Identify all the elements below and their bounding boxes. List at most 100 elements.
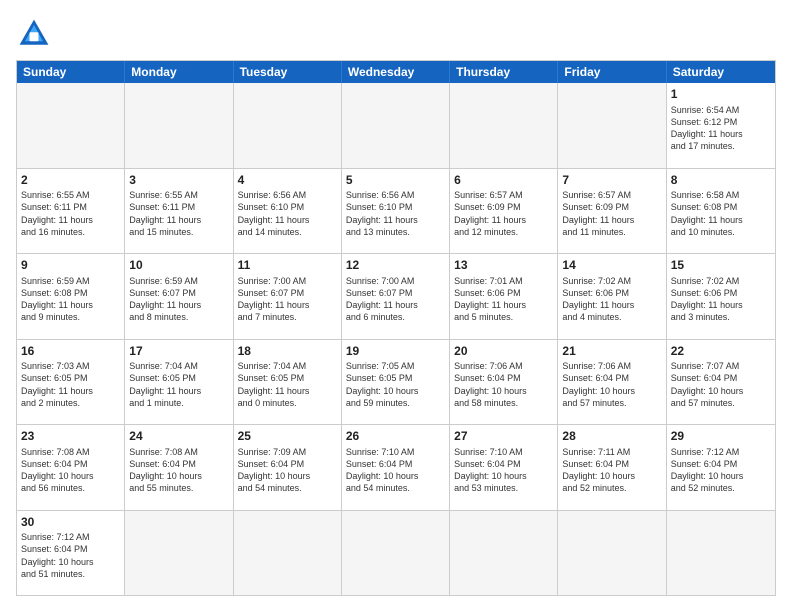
day-number: 20 — [454, 343, 553, 360]
calendar-day-20: 20Sunrise: 7:06 AM Sunset: 6:04 PM Dayli… — [450, 340, 558, 426]
day-number: 21 — [562, 343, 661, 360]
calendar-day-24: 24Sunrise: 7:08 AM Sunset: 6:04 PM Dayli… — [125, 425, 233, 511]
day-number: 22 — [671, 343, 771, 360]
calendar-day-19: 19Sunrise: 7:05 AM Sunset: 6:05 PM Dayli… — [342, 340, 450, 426]
calendar-empty — [234, 83, 342, 169]
day-number: 26 — [346, 428, 445, 445]
day-info: Sunrise: 6:59 AM Sunset: 6:08 PM Dayligh… — [21, 275, 120, 324]
calendar-day-15: 15Sunrise: 7:02 AM Sunset: 6:06 PM Dayli… — [667, 254, 775, 340]
day-header-friday: Friday — [558, 61, 666, 83]
calendar-day-5: 5Sunrise: 6:56 AM Sunset: 6:10 PM Daylig… — [342, 169, 450, 255]
calendar-day-4: 4Sunrise: 6:56 AM Sunset: 6:10 PM Daylig… — [234, 169, 342, 255]
calendar-empty — [558, 511, 666, 596]
calendar-day-17: 17Sunrise: 7:04 AM Sunset: 6:05 PM Dayli… — [125, 340, 233, 426]
day-number: 18 — [238, 343, 337, 360]
calendar-day-18: 18Sunrise: 7:04 AM Sunset: 6:05 PM Dayli… — [234, 340, 342, 426]
day-number: 14 — [562, 257, 661, 274]
calendar-day-26: 26Sunrise: 7:10 AM Sunset: 6:04 PM Dayli… — [342, 425, 450, 511]
day-header-sunday: Sunday — [17, 61, 125, 83]
calendar-day-12: 12Sunrise: 7:00 AM Sunset: 6:07 PM Dayli… — [342, 254, 450, 340]
calendar-empty — [450, 511, 558, 596]
day-info: Sunrise: 7:10 AM Sunset: 6:04 PM Dayligh… — [454, 446, 553, 495]
day-number: 28 — [562, 428, 661, 445]
day-info: Sunrise: 7:05 AM Sunset: 6:05 PM Dayligh… — [346, 360, 445, 409]
day-header-monday: Monday — [125, 61, 233, 83]
day-number: 30 — [21, 514, 120, 531]
day-header-saturday: Saturday — [667, 61, 775, 83]
day-info: Sunrise: 7:00 AM Sunset: 6:07 PM Dayligh… — [238, 275, 337, 324]
day-info: Sunrise: 7:10 AM Sunset: 6:04 PM Dayligh… — [346, 446, 445, 495]
day-number: 24 — [129, 428, 228, 445]
day-number: 25 — [238, 428, 337, 445]
day-info: Sunrise: 7:12 AM Sunset: 6:04 PM Dayligh… — [21, 531, 120, 580]
calendar-day-2: 2Sunrise: 6:55 AM Sunset: 6:11 PM Daylig… — [17, 169, 125, 255]
calendar-empty — [125, 511, 233, 596]
day-info: Sunrise: 6:55 AM Sunset: 6:11 PM Dayligh… — [129, 189, 228, 238]
calendar-day-23: 23Sunrise: 7:08 AM Sunset: 6:04 PM Dayli… — [17, 425, 125, 511]
day-info: Sunrise: 6:56 AM Sunset: 6:10 PM Dayligh… — [346, 189, 445, 238]
calendar-day-30: 30Sunrise: 7:12 AM Sunset: 6:04 PM Dayli… — [17, 511, 125, 596]
calendar-day-7: 7Sunrise: 6:57 AM Sunset: 6:09 PM Daylig… — [558, 169, 666, 255]
day-number: 6 — [454, 172, 553, 189]
calendar-day-28: 28Sunrise: 7:11 AM Sunset: 6:04 PM Dayli… — [558, 425, 666, 511]
day-number: 23 — [21, 428, 120, 445]
day-info: Sunrise: 6:55 AM Sunset: 6:11 PM Dayligh… — [21, 189, 120, 238]
calendar-day-3: 3Sunrise: 6:55 AM Sunset: 6:11 PM Daylig… — [125, 169, 233, 255]
day-info: Sunrise: 7:11 AM Sunset: 6:04 PM Dayligh… — [562, 446, 661, 495]
day-info: Sunrise: 6:57 AM Sunset: 6:09 PM Dayligh… — [562, 189, 661, 238]
day-info: Sunrise: 7:12 AM Sunset: 6:04 PM Dayligh… — [671, 446, 771, 495]
day-number: 8 — [671, 172, 771, 189]
calendar-empty — [667, 511, 775, 596]
day-info: Sunrise: 7:08 AM Sunset: 6:04 PM Dayligh… — [21, 446, 120, 495]
day-number: 11 — [238, 257, 337, 274]
day-info: Sunrise: 6:56 AM Sunset: 6:10 PM Dayligh… — [238, 189, 337, 238]
day-info: Sunrise: 7:09 AM Sunset: 6:04 PM Dayligh… — [238, 446, 337, 495]
day-info: Sunrise: 7:04 AM Sunset: 6:05 PM Dayligh… — [238, 360, 337, 409]
day-info: Sunrise: 7:00 AM Sunset: 6:07 PM Dayligh… — [346, 275, 445, 324]
day-info: Sunrise: 7:06 AM Sunset: 6:04 PM Dayligh… — [562, 360, 661, 409]
calendar-empty — [234, 511, 342, 596]
day-header-tuesday: Tuesday — [234, 61, 342, 83]
day-info: Sunrise: 7:07 AM Sunset: 6:04 PM Dayligh… — [671, 360, 771, 409]
calendar: SundayMondayTuesdayWednesdayThursdayFrid… — [16, 60, 776, 596]
day-number: 10 — [129, 257, 228, 274]
day-info: Sunrise: 6:57 AM Sunset: 6:09 PM Dayligh… — [454, 189, 553, 238]
day-info: Sunrise: 7:01 AM Sunset: 6:06 PM Dayligh… — [454, 275, 553, 324]
day-info: Sunrise: 7:03 AM Sunset: 6:05 PM Dayligh… — [21, 360, 120, 409]
day-info: Sunrise: 6:58 AM Sunset: 6:08 PM Dayligh… — [671, 189, 771, 238]
day-info: Sunrise: 7:08 AM Sunset: 6:04 PM Dayligh… — [129, 446, 228, 495]
calendar-day-6: 6Sunrise: 6:57 AM Sunset: 6:09 PM Daylig… — [450, 169, 558, 255]
calendar-day-21: 21Sunrise: 7:06 AM Sunset: 6:04 PM Dayli… — [558, 340, 666, 426]
day-number: 16 — [21, 343, 120, 360]
day-info: Sunrise: 7:02 AM Sunset: 6:06 PM Dayligh… — [671, 275, 771, 324]
day-info: Sunrise: 7:06 AM Sunset: 6:04 PM Dayligh… — [454, 360, 553, 409]
day-headers: SundayMondayTuesdayWednesdayThursdayFrid… — [17, 61, 775, 83]
day-number: 9 — [21, 257, 120, 274]
day-number: 7 — [562, 172, 661, 189]
calendar-day-11: 11Sunrise: 7:00 AM Sunset: 6:07 PM Dayli… — [234, 254, 342, 340]
calendar-day-27: 27Sunrise: 7:10 AM Sunset: 6:04 PM Dayli… — [450, 425, 558, 511]
calendar-day-9: 9Sunrise: 6:59 AM Sunset: 6:08 PM Daylig… — [17, 254, 125, 340]
day-info: Sunrise: 6:54 AM Sunset: 6:12 PM Dayligh… — [671, 104, 771, 153]
calendar-day-16: 16Sunrise: 7:03 AM Sunset: 6:05 PM Dayli… — [17, 340, 125, 426]
day-number: 1 — [671, 86, 771, 103]
calendar-empty — [450, 83, 558, 169]
calendar-day-1: 1Sunrise: 6:54 AM Sunset: 6:12 PM Daylig… — [667, 83, 775, 169]
calendar-day-14: 14Sunrise: 7:02 AM Sunset: 6:06 PM Dayli… — [558, 254, 666, 340]
day-number: 15 — [671, 257, 771, 274]
calendar-empty — [558, 83, 666, 169]
day-number: 13 — [454, 257, 553, 274]
day-number: 29 — [671, 428, 771, 445]
day-number: 5 — [346, 172, 445, 189]
calendar-day-8: 8Sunrise: 6:58 AM Sunset: 6:08 PM Daylig… — [667, 169, 775, 255]
calendar-day-22: 22Sunrise: 7:07 AM Sunset: 6:04 PM Dayli… — [667, 340, 775, 426]
day-number: 3 — [129, 172, 228, 189]
calendar-empty — [17, 83, 125, 169]
page: SundayMondayTuesdayWednesdayThursdayFrid… — [0, 0, 792, 612]
calendar-day-25: 25Sunrise: 7:09 AM Sunset: 6:04 PM Dayli… — [234, 425, 342, 511]
day-number: 27 — [454, 428, 553, 445]
day-number: 4 — [238, 172, 337, 189]
day-number: 12 — [346, 257, 445, 274]
logo — [16, 16, 56, 52]
day-number: 17 — [129, 343, 228, 360]
